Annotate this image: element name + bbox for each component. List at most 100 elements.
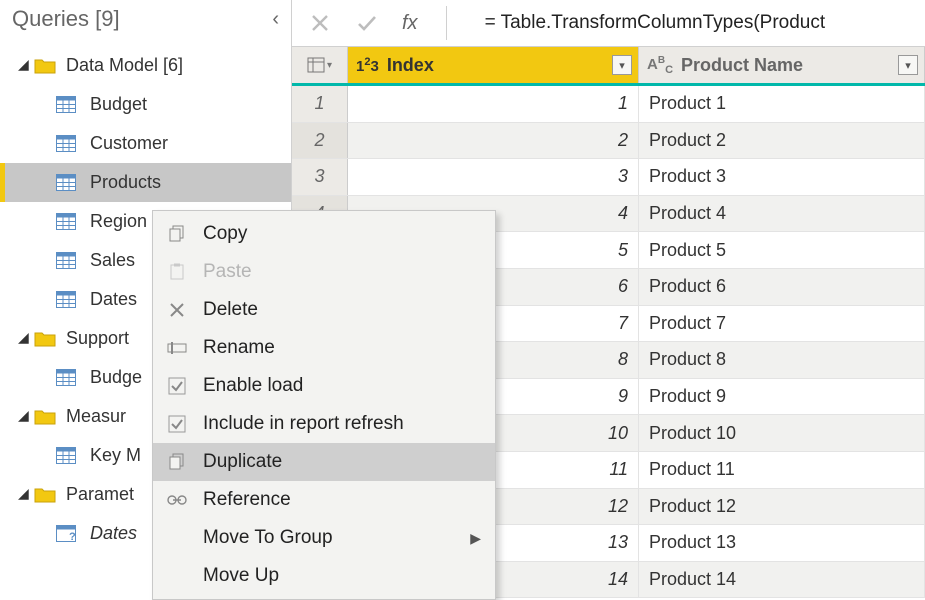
cell-product-name[interactable]: Product 13 bbox=[639, 525, 925, 561]
cell-index[interactable]: 3 bbox=[348, 159, 639, 195]
copy-icon bbox=[165, 225, 189, 243]
table-icon bbox=[56, 447, 78, 465]
menu-item-label: Rename bbox=[203, 337, 275, 359]
collapse-sidebar-icon[interactable]: ‹ bbox=[272, 8, 279, 31]
fx-label[interactable]: fx bbox=[402, 12, 418, 35]
table-icon bbox=[56, 96, 78, 114]
menu-item-copy[interactable]: Copy bbox=[153, 215, 495, 253]
queries-title: Queries [9] bbox=[12, 6, 120, 32]
menu-item-delete[interactable]: Delete bbox=[153, 291, 495, 329]
sidebar-item-label: Products bbox=[90, 172, 161, 193]
menu-item-rename[interactable]: Rename bbox=[153, 329, 495, 367]
expand-caret-icon[interactable]: ◢ bbox=[18, 485, 34, 502]
expand-caret-icon[interactable]: ◢ bbox=[18, 56, 34, 73]
filter-dropdown-icon[interactable]: ▾ bbox=[898, 55, 918, 75]
svg-text:?: ? bbox=[69, 531, 76, 542]
sidebar-item-label: Dates bbox=[90, 523, 137, 544]
sidebar-group[interactable]: ◢ Data Model [6] bbox=[0, 46, 291, 85]
sidebar-item-label: Budge bbox=[90, 367, 142, 388]
cell-product-name[interactable]: Product 9 bbox=[639, 379, 925, 415]
rename-icon bbox=[165, 341, 189, 355]
table-icon bbox=[56, 213, 78, 231]
table-icon bbox=[56, 135, 78, 153]
menu-item-include-in-report-refresh[interactable]: Include in report refresh bbox=[153, 405, 495, 443]
cell-product-name[interactable]: Product 1 bbox=[639, 86, 925, 122]
expand-caret-icon[interactable]: ◢ bbox=[18, 329, 34, 346]
table-icon bbox=[56, 291, 78, 309]
delete-icon bbox=[165, 302, 189, 318]
confirm-formula-icon[interactable] bbox=[356, 13, 380, 33]
table-icon bbox=[56, 252, 78, 270]
column-header-product-name[interactable]: ABC Product Name ▾ bbox=[639, 47, 925, 83]
cell-product-name[interactable]: Product 8 bbox=[639, 342, 925, 378]
cancel-formula-icon[interactable] bbox=[310, 13, 334, 33]
cell-product-name[interactable]: Product 6 bbox=[639, 269, 925, 305]
cell-product-name[interactable]: Product 7 bbox=[639, 306, 925, 342]
cell-product-name[interactable]: Product 14 bbox=[639, 562, 925, 598]
sidebar-item-label: Budget bbox=[90, 94, 147, 115]
menu-item-reference[interactable]: Reference bbox=[153, 481, 495, 519]
sidebar-group-label: Paramet bbox=[66, 484, 134, 505]
cell-product-name[interactable]: Product 10 bbox=[639, 415, 925, 451]
cell-product-name[interactable]: Product 2 bbox=[639, 123, 925, 159]
cell-index[interactable]: 1 bbox=[348, 86, 639, 122]
sidebar-item-label: Dates bbox=[90, 289, 137, 310]
menu-item-label: Delete bbox=[203, 299, 258, 321]
formula-text[interactable]: = Table.TransformColumnTypes(Product bbox=[475, 12, 826, 34]
sidebar-group-label: Data Model [6] bbox=[66, 55, 183, 76]
menu-item-label: Enable load bbox=[203, 375, 303, 397]
sidebar-item[interactable]: Customer bbox=[0, 124, 291, 163]
row-number-cell[interactable]: 1 bbox=[292, 86, 348, 122]
sidebar-item-label: Region bbox=[90, 211, 147, 232]
parameter-icon: ? bbox=[56, 525, 78, 543]
filter-dropdown-icon[interactable]: ▾ bbox=[612, 55, 632, 75]
query-context-menu: CopyPasteDeleteRenameEnable loadInclude … bbox=[152, 210, 496, 600]
menu-item-enable-load[interactable]: Enable load bbox=[153, 367, 495, 405]
table-icon bbox=[56, 174, 78, 192]
table-row[interactable]: 11Product 1 bbox=[292, 86, 925, 123]
datatype-text-icon[interactable]: ABC bbox=[647, 55, 673, 76]
grid-corner-button[interactable]: ▾ bbox=[292, 47, 348, 83]
sidebar-item-label: Sales bbox=[90, 250, 135, 271]
divider bbox=[446, 6, 447, 40]
row-number-cell[interactable]: 3 bbox=[292, 159, 348, 195]
folder-icon bbox=[34, 486, 56, 504]
column-header-index[interactable]: 123 Index ▾ bbox=[348, 47, 639, 83]
check-icon bbox=[165, 415, 189, 433]
table-row[interactable]: 33Product 3 bbox=[292, 159, 925, 196]
cell-product-name[interactable]: Product 12 bbox=[639, 489, 925, 525]
cell-product-name[interactable]: Product 5 bbox=[639, 232, 925, 268]
menu-item-move-to-group[interactable]: Move To Group ▶ bbox=[153, 519, 495, 557]
menu-item-label: Move To Group bbox=[203, 527, 333, 549]
menu-item-duplicate[interactable]: Duplicate bbox=[153, 443, 495, 481]
check-icon bbox=[165, 377, 189, 395]
menu-item-label: Copy bbox=[203, 223, 247, 245]
sidebar-group-label: Measur bbox=[66, 406, 126, 427]
sidebar-item-label: Key M bbox=[90, 445, 141, 466]
folder-icon bbox=[34, 330, 56, 348]
menu-item-label: Duplicate bbox=[203, 451, 282, 473]
cell-product-name[interactable]: Product 11 bbox=[639, 452, 925, 488]
cell-index[interactable]: 2 bbox=[348, 123, 639, 159]
link-icon bbox=[165, 494, 189, 506]
submenu-arrow-icon: ▶ bbox=[470, 530, 481, 547]
paste-icon bbox=[165, 263, 189, 281]
sidebar-item[interactable]: Products bbox=[0, 163, 291, 202]
cell-product-name[interactable]: Product 4 bbox=[639, 196, 925, 232]
column-label: Product Name bbox=[681, 55, 803, 76]
expand-caret-icon[interactable]: ◢ bbox=[18, 407, 34, 424]
table-row[interactable]: 22Product 2 bbox=[292, 123, 925, 160]
sidebar-item-label: Customer bbox=[90, 133, 168, 154]
folder-icon bbox=[34, 57, 56, 75]
column-label: Index bbox=[387, 55, 434, 76]
menu-item-move-up[interactable]: Move Up bbox=[153, 557, 495, 595]
formula-bar: fx = Table.TransformColumnTypes(Product bbox=[292, 0, 925, 47]
datatype-number-icon[interactable]: 123 bbox=[356, 56, 379, 75]
copy-icon bbox=[165, 453, 189, 471]
sidebar-group-label: Support bbox=[66, 328, 129, 349]
row-number-cell[interactable]: 2 bbox=[292, 123, 348, 159]
menu-item-label: Move Up bbox=[203, 565, 279, 587]
sidebar-item[interactable]: Budget bbox=[0, 85, 291, 124]
folder-icon bbox=[34, 408, 56, 426]
cell-product-name[interactable]: Product 3 bbox=[639, 159, 925, 195]
